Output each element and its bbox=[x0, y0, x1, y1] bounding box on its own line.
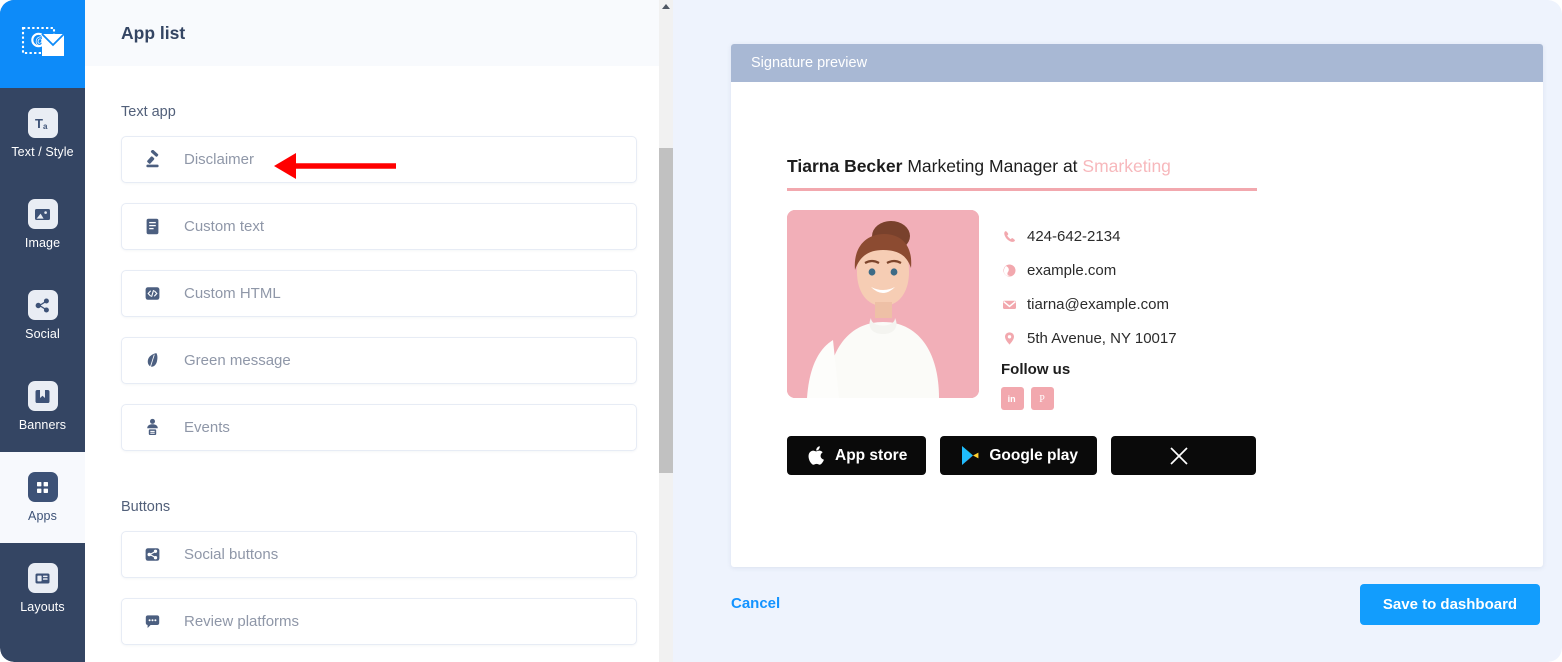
scrollbar-thumb[interactable] bbox=[659, 148, 673, 473]
preview-pane: Signature preview Tiarna Becker Marketin… bbox=[689, 0, 1562, 662]
google-play-button[interactable]: Google play bbox=[940, 436, 1098, 475]
linkedin-icon[interactable]: in bbox=[1001, 387, 1024, 410]
layouts-icon bbox=[27, 563, 58, 593]
app-row-label: Events bbox=[184, 419, 230, 436]
share-nodes-icon bbox=[142, 545, 162, 565]
app-row-label: Social buttons bbox=[184, 546, 279, 563]
sidebar-item-apps[interactable]: Apps bbox=[0, 452, 85, 543]
sidebar-item-label: Image bbox=[24, 236, 61, 250]
x-twitter-icon bbox=[1170, 446, 1188, 465]
document-lines-icon bbox=[142, 217, 162, 237]
svg-text:P: P bbox=[1039, 394, 1045, 405]
grid-apps-icon bbox=[27, 472, 58, 502]
sidebar-item-text-style[interactable]: T a Text / Style bbox=[0, 88, 85, 179]
signature-name: Tiarna Becker bbox=[787, 156, 903, 176]
detail-row-email: tiarna@example.com bbox=[1001, 287, 1177, 321]
text-style-icon: T a bbox=[27, 108, 58, 138]
apple-icon bbox=[808, 446, 824, 465]
caret-up-icon[interactable] bbox=[662, 4, 670, 9]
code-brackets-icon bbox=[142, 284, 162, 304]
app-row-disclaimer[interactable]: Disclaimer bbox=[121, 136, 637, 183]
app-logo[interactable]: @ bbox=[0, 0, 85, 88]
signature-preview-header: Signature preview bbox=[731, 44, 1543, 82]
app-list-body: Text app Disclaimer Custom text Custom H… bbox=[85, 66, 673, 662]
share-nodes-icon bbox=[27, 290, 58, 320]
app-list-scrollbar[interactable] bbox=[659, 0, 673, 662]
avatar bbox=[787, 210, 979, 398]
leaf-icon bbox=[142, 351, 162, 371]
group-label-text-app: Text app bbox=[121, 104, 176, 120]
pane-footer: Cancel Save to dashboard bbox=[689, 570, 1562, 662]
app-row-label: Review platforms bbox=[184, 613, 300, 630]
google-play-label: Google play bbox=[989, 446, 1079, 464]
left-icon-rail: @ T a Text / Style Image Social Banners … bbox=[0, 0, 85, 662]
save-to-dashboard-button[interactable]: Save to dashboard bbox=[1360, 584, 1540, 625]
signature-name-line: Tiarna Becker Marketing Manager at Smark… bbox=[787, 156, 1543, 188]
sidebar-item-layouts[interactable]: Layouts bbox=[0, 543, 85, 634]
detail-value: example.com bbox=[1027, 261, 1117, 279]
app-store-button[interactable]: App store bbox=[787, 436, 927, 475]
bookmark-icon bbox=[27, 381, 58, 411]
app-store-label: App store bbox=[835, 446, 908, 464]
page-title: App list bbox=[121, 22, 186, 43]
sidebar-item-social[interactable]: Social bbox=[0, 270, 85, 361]
sidebar-item-label: Apps bbox=[28, 509, 57, 523]
detail-value: 424-642-2134 bbox=[1027, 227, 1121, 245]
app-row-label: Green message bbox=[184, 352, 291, 369]
svg-text:a: a bbox=[43, 122, 48, 131]
sidebar-item-label: Text / Style bbox=[11, 145, 74, 159]
podium-speaker-icon bbox=[142, 418, 162, 438]
signature-preview-title: Signature preview bbox=[751, 55, 868, 71]
app-row-social-buttons[interactable]: Social buttons bbox=[121, 531, 637, 578]
x-twitter-button[interactable] bbox=[1111, 436, 1257, 475]
svg-text:T: T bbox=[35, 116, 43, 131]
cancel-button[interactable]: Cancel bbox=[731, 595, 780, 612]
svg-text:in: in bbox=[1008, 394, 1016, 404]
app-row-custom-text[interactable]: Custom text bbox=[121, 203, 637, 250]
stamped-envelope-at-logo-icon: @ bbox=[21, 26, 65, 56]
signature-contact-details: 424-642-2134 example.com tiarna@example.… bbox=[1001, 210, 1177, 410]
app-row-custom-html[interactable]: Custom HTML bbox=[121, 270, 637, 317]
app-list-header: App list bbox=[85, 0, 673, 66]
follow-us-label: Follow us bbox=[1001, 361, 1071, 378]
detail-row-website: example.com bbox=[1001, 253, 1177, 287]
detail-row-phone: 424-642-2134 bbox=[1001, 219, 1177, 253]
sidebar-item-label: Banners bbox=[18, 418, 67, 432]
app-window: @ T a Text / Style Image Social Banners … bbox=[0, 0, 1562, 662]
image-icon bbox=[27, 199, 58, 229]
app-list-panel: App list Text app Disclaimer Custom text… bbox=[85, 0, 673, 662]
google-play-icon bbox=[962, 446, 979, 465]
globe-icon bbox=[1001, 262, 1017, 278]
app-row-label: Custom text bbox=[184, 218, 265, 235]
group-label-buttons: Buttons bbox=[121, 499, 171, 515]
app-row-label: Custom HTML bbox=[184, 285, 281, 302]
sidebar-item-label: Social bbox=[25, 327, 60, 341]
pinterest-icon[interactable]: P bbox=[1031, 387, 1054, 410]
detail-row-address: 5th Avenue, NY 10017 bbox=[1001, 321, 1177, 355]
signature-company: Smarketing bbox=[1082, 156, 1171, 176]
phone-icon bbox=[1001, 228, 1017, 244]
envelope-icon bbox=[1001, 296, 1017, 312]
app-row-green-message[interactable]: Green message bbox=[121, 337, 637, 384]
app-row-label: Disclaimer bbox=[184, 151, 255, 168]
sidebar-item-image[interactable]: Image bbox=[0, 179, 85, 270]
sidebar-item-label: Layouts bbox=[20, 600, 65, 614]
gavel-icon bbox=[142, 150, 162, 170]
signature-preview-card: Signature preview Tiarna Becker Marketin… bbox=[731, 44, 1543, 567]
sidebar-item-banners[interactable]: Banners bbox=[0, 361, 85, 452]
comment-dots-icon bbox=[142, 612, 162, 632]
detail-value: 5th Avenue, NY 10017 bbox=[1027, 329, 1177, 347]
signature-body: Tiarna Becker Marketing Manager at Smark… bbox=[731, 82, 1543, 475]
signature-divider bbox=[787, 188, 1257, 191]
detail-value: tiarna@example.com bbox=[1027, 295, 1169, 313]
pane-gutter bbox=[673, 0, 689, 662]
signature-job-title: Marketing Manager at bbox=[902, 156, 1083, 176]
app-row-review-platforms[interactable]: Review platforms bbox=[121, 598, 637, 645]
signature-social-icons: in P bbox=[1001, 387, 1177, 410]
app-row-events[interactable]: Events bbox=[121, 404, 637, 451]
location-pin-icon bbox=[1001, 330, 1017, 346]
store-badge-row: App store Google play bbox=[787, 436, 1543, 475]
